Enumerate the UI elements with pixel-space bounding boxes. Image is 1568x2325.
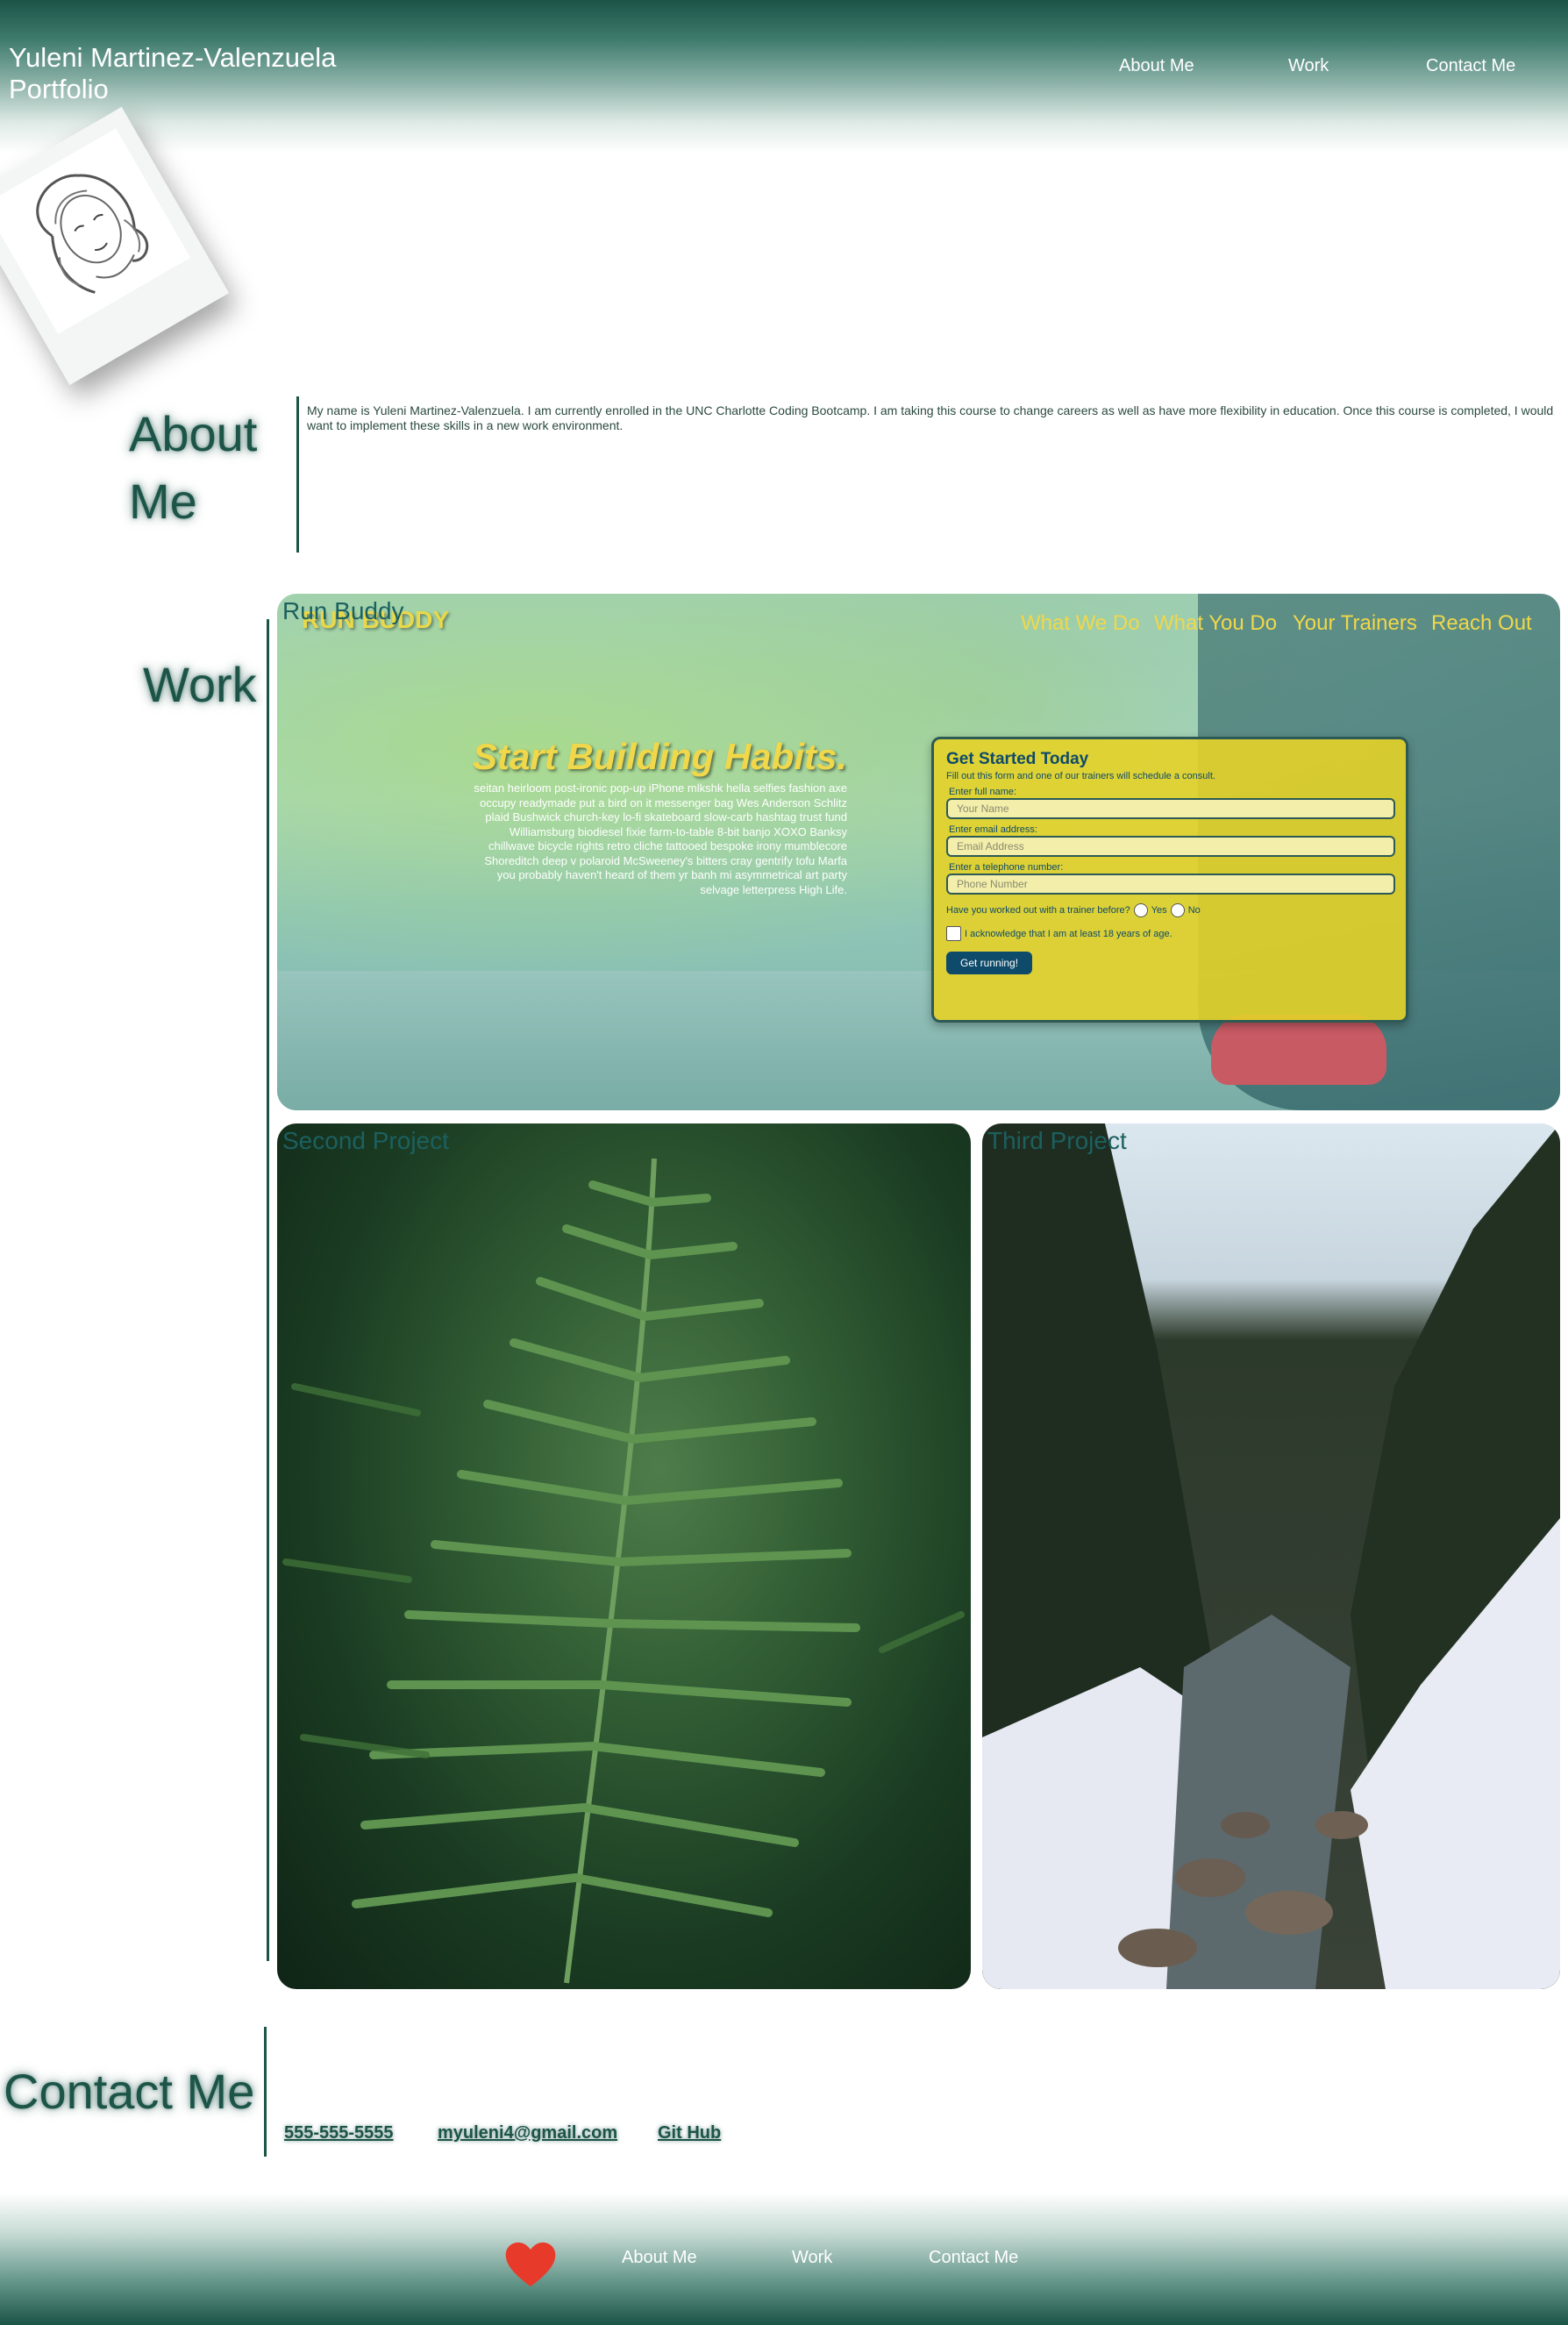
rb-age-row: I acknowledge that I am at least 18 year… bbox=[946, 926, 1393, 941]
rb-hero-title: Start Building Habits. bbox=[472, 736, 847, 777]
nav-contact-link[interactable]: Contact Me bbox=[1426, 56, 1515, 76]
rb-phone-field: Phone Number bbox=[946, 874, 1395, 895]
avatar-sketch-icon bbox=[36, 174, 149, 294]
work-title: Work bbox=[143, 657, 257, 712]
footer-about-link[interactable]: About Me bbox=[622, 2248, 697, 2268]
rb-age-checkbox bbox=[946, 926, 961, 941]
rb-age-label: I acknowledge that I am at least 18 year… bbox=[965, 928, 1172, 939]
project-label: Run Buddy bbox=[282, 597, 404, 624]
project-card-run-buddy[interactable]: Run Buddy RUN BUDDY What We Do What You … bbox=[277, 594, 1560, 1110]
work-divider bbox=[267, 619, 269, 1961]
phone-link[interactable]: 555-555-5555 bbox=[284, 2123, 394, 2143]
rb-name-field: Your Name bbox=[946, 798, 1395, 819]
rb-trainer-question: Have you worked out with a trainer befor… bbox=[946, 905, 1130, 916]
rb-form-subtitle: Fill out this form and one of our traine… bbox=[946, 771, 1215, 781]
fern-image bbox=[282, 1158, 965, 1984]
site-name: Yuleni Martinez-Valenzuela bbox=[9, 42, 337, 73]
rb-submit-button: Get running! bbox=[946, 952, 1033, 974]
rb-hero-text: seitan heirloom post-ironic pop-up iPhon… bbox=[474, 781, 847, 896]
running-shoe bbox=[1211, 1015, 1386, 1085]
contact-divider bbox=[264, 2027, 267, 2157]
footer-work-link[interactable]: Work bbox=[792, 2248, 832, 2268]
rb-email-field: Email Address bbox=[946, 836, 1395, 857]
rb-nav-what-you-do: What You Do bbox=[1154, 611, 1278, 635]
rb-yes-radio bbox=[1133, 903, 1148, 917]
rb-signup-form: Get Started Today Fill out this form and… bbox=[931, 737, 1408, 1023]
site-subtitle: Portfolio bbox=[9, 74, 109, 104]
rb-email-label: Enter email address: bbox=[949, 824, 1037, 835]
rb-form-title: Get Started Today bbox=[946, 750, 1089, 768]
rb-name-label: Enter full name: bbox=[949, 787, 1017, 797]
rb-phone-label: Enter a telephone number: bbox=[949, 862, 1064, 873]
canyon-image bbox=[982, 1123, 1560, 1989]
project-card-third[interactable]: Third Project bbox=[982, 1123, 1560, 1989]
site-brand: Yuleni Martinez-Valenzuela Portfolio bbox=[9, 42, 336, 105]
rb-trainer-question-row: Have you worked out with a trainer befor… bbox=[946, 903, 1393, 917]
rb-no-radio bbox=[1170, 903, 1185, 917]
contact-title: Contact Me bbox=[4, 2064, 255, 2119]
rb-nav-what-we-do: What We Do bbox=[1021, 611, 1140, 635]
footer-contact-link[interactable]: Contact Me bbox=[929, 2248, 1018, 2268]
site-footer bbox=[0, 2193, 1568, 2325]
heart-icon bbox=[505, 2242, 556, 2286]
about-title-line1: About bbox=[129, 406, 258, 461]
rb-no-label: No bbox=[1187, 905, 1201, 916]
avatar bbox=[0, 128, 191, 334]
project-label: Third Project bbox=[987, 1127, 1127, 1154]
project-label: Second Project bbox=[282, 1127, 449, 1154]
about-title-line2: Me bbox=[129, 474, 197, 529]
nav-about-link[interactable]: About Me bbox=[1119, 56, 1194, 76]
about-text: My name is Yuleni Martinez-Valenzuela. I… bbox=[307, 403, 1554, 432]
email-link[interactable]: myuleni4@gmail.com bbox=[438, 2123, 617, 2143]
rb-nav-reach-out: Reach Out bbox=[1431, 611, 1532, 635]
rb-nav-your-trainers: Your Trainers bbox=[1293, 611, 1417, 635]
about-divider bbox=[296, 396, 299, 553]
github-link[interactable]: Git Hub bbox=[658, 2123, 721, 2143]
nav-work-link[interactable]: Work bbox=[1288, 56, 1329, 76]
project-card-second[interactable]: Second Project bbox=[277, 1123, 971, 1989]
rb-hero: Start Building Habits. seitan heirloom p… bbox=[470, 736, 847, 897]
about-title: About Me bbox=[129, 405, 257, 530]
rb-yes-label: Yes bbox=[1151, 905, 1167, 916]
